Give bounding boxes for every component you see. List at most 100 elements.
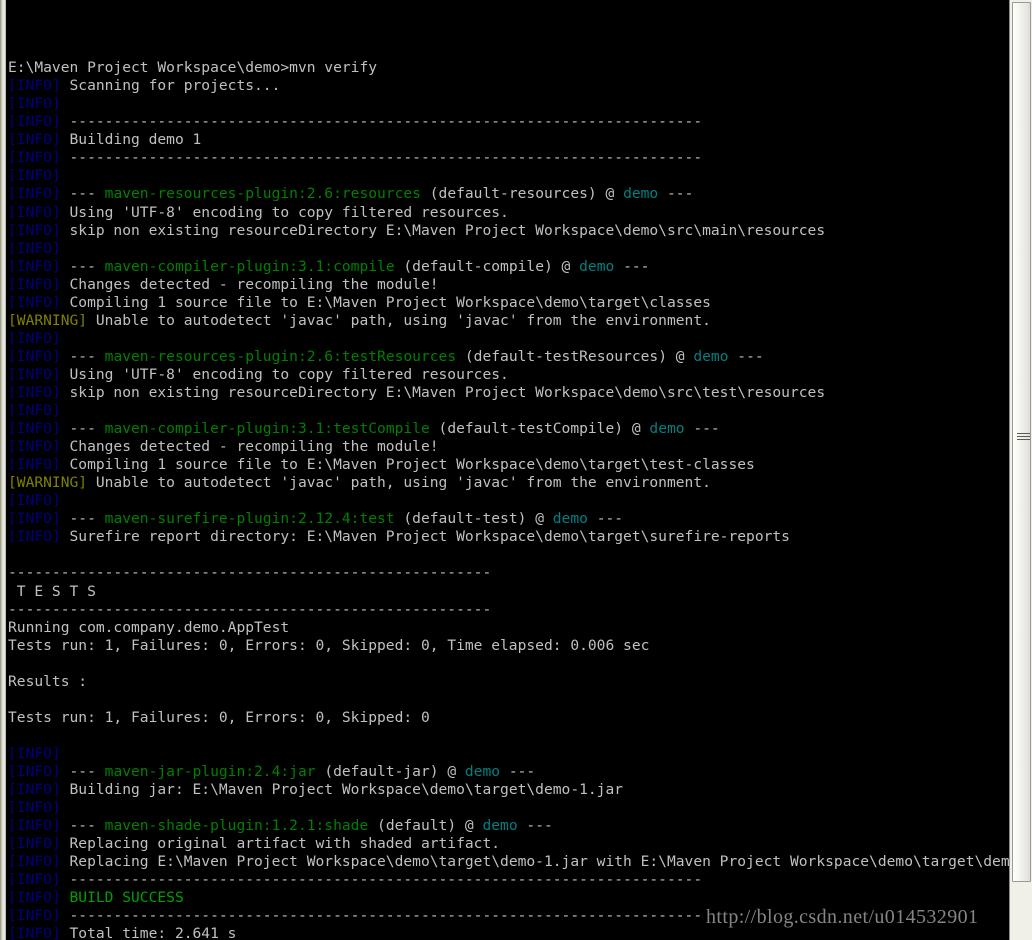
console-text: (default-test) @ — [394, 510, 553, 528]
info-tag: [INFO] — [8, 275, 61, 293]
warning-tag: [WARNING] — [8, 311, 88, 329]
console-line: [INFO] ---------------------------------… — [8, 871, 1010, 889]
console-text: (default-compile) @ — [394, 257, 580, 275]
info-tag: [INFO] — [8, 456, 61, 474]
console-text: Building demo 1 — [60, 131, 202, 149]
artifact-id: demo — [464, 762, 501, 780]
info-tag: [INFO] — [8, 762, 61, 780]
scrollbar-track[interactable] — [1010, 0, 1032, 940]
info-tag: [INFO] — [8, 907, 61, 925]
console-text: Compiling 1 source file to E:\Maven Proj… — [60, 456, 755, 474]
console-line: Tests run: 1, Failures: 0, Errors: 0, Sk… — [8, 709, 1010, 727]
console-line: [INFO] --- maven-compiler-plugin:3.1:tes… — [8, 420, 1010, 438]
console-line: [INFO] Changes detected - recompiling th… — [8, 438, 1010, 456]
console-text: skip non existing resourceDirectory E:\M… — [60, 221, 826, 239]
console-text: ----------------------------------------… — [8, 600, 492, 618]
console-line: [INFO] — [8, 799, 1010, 817]
info-tag: [INFO] — [8, 293, 61, 311]
console-text: --- — [60, 420, 105, 438]
console-line: [INFO] Surefire report directory: E:\Mav… — [8, 528, 1010, 546]
info-tag: [INFO] — [8, 257, 61, 275]
info-tag: [INFO] — [8, 438, 61, 456]
console-text: skip non existing resourceDirectory E:\M… — [60, 383, 826, 401]
terminal-output[interactable]: E:\Maven Project Workspace\demo>mvn veri… — [6, 0, 1010, 940]
console-line: [INFO] Replacing original artifact with … — [8, 835, 1010, 853]
console-text: --- — [500, 762, 536, 780]
plugin-coordinates: maven-shade-plugin:1.2.1:shade — [104, 817, 369, 835]
console-line: [INFO] — [8, 240, 1010, 258]
console-text: Tests run: 1, Failures: 0, Errors: 0, Sk… — [8, 708, 430, 726]
console-line: [INFO] Changes detected - recompiling th… — [8, 276, 1010, 294]
console-text: (default) @ — [368, 817, 483, 835]
info-tag: [INFO] — [8, 77, 61, 95]
artifact-id: demo — [649, 420, 685, 438]
console-line: [INFO] --- maven-surefire-plugin:2.12.4:… — [8, 510, 1010, 528]
console-line: [INFO] Compiling 1 source file to E:\Mav… — [8, 456, 1010, 474]
info-tag: [INFO] — [8, 203, 61, 221]
console-line: [INFO] BUILD SUCCESS — [8, 889, 1010, 907]
console-line: [INFO] Using 'UTF-8' encoding to copy fi… — [8, 204, 1010, 222]
console-line: [INFO] — [8, 330, 1010, 348]
plugin-coordinates: maven-surefire-plugin:2.12.4:test — [104, 510, 395, 528]
console-line: [INFO] --- maven-jar-plugin:2.4:jar (def… — [8, 763, 1010, 781]
console-line: [INFO] --- maven-shade-plugin:1.2.1:shad… — [8, 817, 1010, 835]
console-line: ----------------------------------------… — [8, 601, 1010, 619]
info-tag: [INFO] — [8, 113, 61, 131]
vertical-scrollbar[interactable] — [1009, 0, 1032, 940]
console-line: [INFO] — [8, 95, 1010, 113]
console-line: [INFO] ---------------------------------… — [8, 149, 1010, 167]
info-tag: [INFO] — [8, 799, 61, 817]
plugin-coordinates: maven-jar-plugin:2.4:jar — [104, 762, 316, 780]
console-text: Total time: 2.641 s — [60, 925, 237, 940]
console-line: [INFO] — [8, 167, 1010, 185]
scrollbar-grip-icon — [1017, 433, 1030, 442]
console-text: Changes detected - recompiling the modul… — [60, 275, 439, 293]
console-line: Tests run: 1, Failures: 0, Errors: 0, Sk… — [8, 637, 1010, 655]
artifact-id: demo — [693, 347, 729, 365]
console-text: --- — [684, 420, 720, 438]
console-text: Scanning for projects... — [60, 77, 281, 95]
info-tag: [INFO] — [8, 853, 61, 871]
scrollbar-thumb[interactable] — [1012, 2, 1031, 882]
console-line: [INFO] Scanning for projects... — [8, 77, 1010, 95]
info-tag: [INFO] — [8, 347, 61, 365]
console-text: Tests run: 1, Failures: 0, Errors: 0, Sk… — [8, 636, 650, 654]
info-tag: [INFO] — [8, 835, 61, 853]
info-tag: [INFO] — [8, 239, 61, 257]
console-text: Results : — [8, 672, 88, 690]
console-text: --- — [658, 185, 694, 203]
console-text: --- — [60, 185, 105, 203]
info-tag: [INFO] — [8, 329, 61, 347]
console-line: [INFO] skip non existing resourceDirecto… — [8, 222, 1010, 240]
console-text: --- — [60, 347, 105, 365]
console-text: ----------------------------------------… — [60, 113, 703, 131]
info-tag: [INFO] — [8, 131, 61, 149]
console-line: [INFO] Using 'UTF-8' encoding to copy fi… — [8, 366, 1010, 384]
info-tag: [INFO] — [8, 744, 61, 762]
plugin-coordinates: maven-resources-plugin:2.6:resources — [104, 185, 421, 203]
info-tag: [INFO] — [8, 167, 61, 185]
console-line: [INFO] — [8, 492, 1010, 510]
plugin-coordinates: maven-resources-plugin:2.6:testResources — [104, 347, 457, 365]
console-window[interactable]: E:\Maven Project Workspace\demo>mvn veri… — [0, 0, 1032, 940]
console-line: [INFO] Compiling 1 source file to E:\Mav… — [8, 294, 1010, 312]
console-text: Using 'UTF-8' encoding to copy filtered … — [60, 203, 509, 221]
console-line: Results : — [8, 673, 1010, 691]
console-text: Using 'UTF-8' encoding to copy filtered … — [60, 365, 509, 383]
console-text: --- — [728, 347, 764, 365]
console-line: [WARNING] Unable to autodetect 'javac' p… — [8, 474, 1010, 492]
console-line: [INFO] ---------------------------------… — [8, 113, 1010, 131]
console-text: Changes detected - recompiling the modul… — [60, 438, 439, 456]
console-text: T E S T S — [8, 582, 96, 600]
info-tag: [INFO] — [8, 185, 61, 203]
artifact-id: demo — [579, 257, 615, 275]
warning-tag: [WARNING] — [8, 474, 88, 492]
console-text: --- — [60, 257, 105, 275]
console-text: --- — [614, 257, 650, 275]
console-line: [INFO] --- maven-resources-plugin:2.6:re… — [8, 185, 1010, 203]
info-tag: [INFO] — [8, 95, 61, 113]
